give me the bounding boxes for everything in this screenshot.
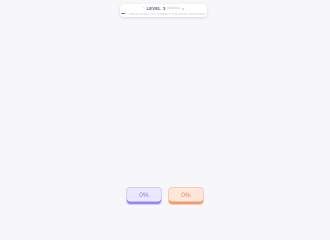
back-arrow-icon[interactable]: ‹ — [143, 6, 144, 10]
hint-text: DRAW LINES TO CONNECT THE DOTS TOGETHER — [129, 11, 206, 16]
level-hud: ‹ LEVEL 3 PRESS E • DRAW LINES TO CONNEC… — [120, 4, 207, 17]
scene-marker-icon: · — [170, 107, 172, 112]
level-subtitle: PRESS E — [167, 6, 181, 10]
level-progress-row: DRAW LINES TO CONNECT THE DOTS TOGETHER — [120, 11, 207, 16]
level-progress-bar — [121, 12, 128, 15]
level-progress-fill — [121, 12, 125, 15]
level-label: LEVEL — [146, 5, 161, 11]
level-dot-icon: • — [182, 5, 184, 11]
level-number: 3 — [162, 5, 166, 11]
score-right-value: 0% — [181, 192, 191, 199]
score-left-value: 0% — [139, 192, 149, 199]
game-canvas[interactable]: ‹ LEVEL 3 PRESS E • DRAW LINES TO CONNEC… — [0, 0, 330, 220]
score-card-right: 0% — [168, 187, 204, 205]
score-card-left: 0% — [126, 187, 162, 205]
